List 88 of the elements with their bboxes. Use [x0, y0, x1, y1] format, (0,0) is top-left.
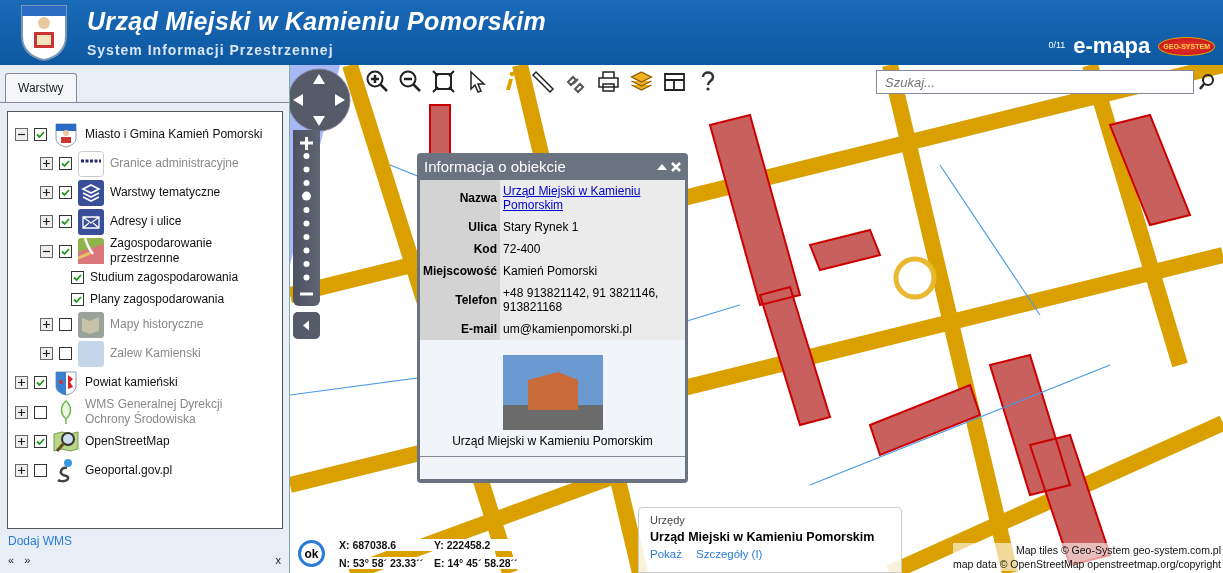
layer-label[interactable]: Zalew Kamienski: [110, 346, 201, 361]
map-attribution: map data © OpenStreetMap openstreetmap.org/copyright: [952, 557, 1221, 571]
layer-checkbox[interactable]: [59, 244, 72, 258]
expand-button[interactable]: [15, 376, 28, 389]
site-subtitle: System Informacji Przestrzennej: [87, 42, 335, 58]
feature-title: Urząd Miejski w Kamieniu Pomorskim: [650, 530, 876, 544]
expand-button[interactable]: [15, 405, 28, 419]
site-title: Urząd Miejski w Kamieniu Pomorskim: [87, 7, 547, 36]
field-value: Stary Rynek 1: [503, 220, 579, 234]
popup-title: Informacja o obiekcie: [424, 158, 567, 175]
brand-name: e-mapa: [1073, 33, 1151, 59]
field-value: +48 913821142, 91 3821146, 913821168: [503, 286, 659, 314]
add-wms-link[interactable]: Dodaj WMS: [8, 534, 72, 548]
layer-label[interactable]: Geoportal.gov.pl: [85, 463, 173, 478]
expand-button[interactable]: [40, 186, 53, 199]
feature-category: Urzędy: [650, 514, 686, 526]
expand-button[interactable]: [40, 215, 53, 228]
layer-label[interactable]: Plany zagospodarowania: [90, 291, 225, 307]
field-label: Nazwa: [420, 180, 501, 216]
field-label: Ulica: [420, 216, 501, 238]
zoom-in-icon[interactable]: [365, 69, 390, 94]
layer-checkbox[interactable]: [34, 376, 47, 389]
water-swatch-icon: [78, 340, 104, 367]
ruler-icon[interactable]: [530, 69, 555, 94]
layer-label[interactable]: Studium zagospodarowania: [90, 269, 239, 285]
zoom-slider-thumb[interactable]: [302, 191, 311, 201]
collapse-button[interactable]: [15, 128, 28, 141]
coat-of-arms-icon: [53, 369, 79, 396]
close-icon[interactable]: [669, 159, 683, 174]
layer-checkbox[interactable]: [59, 186, 72, 199]
expand-button[interactable]: [40, 318, 53, 331]
layer-checkbox[interactable]: [34, 435, 47, 448]
collapse-panel-button[interactable]: [293, 312, 320, 339]
field-label: Telefon: [420, 282, 501, 318]
layer-checkbox[interactable]: [59, 215, 72, 228]
layer-label[interactable]: OpenStreetMap: [85, 434, 170, 449]
map-attribution: Map tiles © Geo-System geo-system.com.pl: [1015, 543, 1221, 557]
field-value: 72-400: [503, 242, 541, 256]
longitude: E: 14° 45´ 58.28´´: [432, 557, 520, 569]
tooltip-link[interactable]: Szczegóły (I): [695, 548, 763, 560]
layers-icon[interactable]: [629, 69, 654, 94]
tooltip-link[interactable]: Pokaż: [650, 548, 682, 560]
layer-checkbox[interactable]: [71, 270, 84, 284]
expand-button[interactable]: [40, 347, 53, 360]
layer-label[interactable]: Miasto i Gmina Kamień Pomorski: [85, 127, 263, 142]
field-value: um@kamienpomorski.pl: [503, 322, 632, 336]
zoom-slider[interactable]: [293, 130, 320, 306]
layer-label[interactable]: Adresy i ulice: [110, 214, 182, 229]
pan-control[interactable]: [290, 68, 351, 132]
layer-checkbox[interactable]: [59, 347, 72, 360]
full-extent-icon[interactable]: [431, 69, 456, 94]
layers-icon: [78, 179, 104, 206]
layer-label[interactable]: Mapy historyczne: [110, 317, 204, 332]
map-magnifier-icon: [53, 428, 79, 455]
layers-tab[interactable]: Warstwy: [5, 73, 77, 102]
layer-label[interactable]: Warstwy tematyczne: [110, 185, 221, 200]
next-link[interactable]: »: [24, 554, 31, 566]
old-map-icon: [78, 311, 104, 338]
layer-checkbox[interactable]: [34, 405, 47, 419]
coat-of-arms-icon: [53, 121, 79, 148]
layer-label[interactable]: Powiat kamieński: [85, 375, 178, 390]
field-value: Kamień Pomorski: [503, 264, 598, 278]
zoning-map-icon: [78, 238, 104, 264]
page-counter: 0/11: [1048, 40, 1066, 52]
layer-checkbox[interactable]: [34, 464, 47, 477]
layer-checkbox[interactable]: [59, 318, 72, 331]
expand-button[interactable]: [15, 435, 28, 448]
close-link[interactable]: x: [275, 554, 281, 566]
search-icon[interactable]: [1198, 73, 1216, 91]
layer-label[interactable]: WMS Generalnej Dyrekcji Ochrony Środowiska: [85, 397, 265, 427]
expand-button[interactable]: [15, 464, 28, 477]
layer-checkbox[interactable]: [59, 157, 72, 170]
layer-checkbox[interactable]: [71, 292, 84, 306]
collapse-button[interactable]: [40, 244, 53, 258]
layer-checkbox[interactable]: [34, 128, 47, 141]
expand-button[interactable]: [40, 157, 53, 170]
layer-label[interactable]: Granice administracyjne: [110, 156, 239, 171]
x-coordinate: X: 687038.6: [337, 539, 432, 551]
field-label: Kod: [420, 238, 501, 260]
coat-of-arms-logo: [20, 3, 68, 62]
search-field[interactable]: Szukaj...: [876, 70, 1194, 94]
envelope-icon: [78, 208, 104, 235]
field-label: E-mail: [420, 318, 501, 340]
field-label: Miejscowość: [420, 260, 501, 282]
previous-link[interactable]: «: [8, 554, 15, 566]
photo-caption: Urząd Miejski w Kamieniu Pomorskim: [451, 434, 654, 450]
layer-label[interactable]: Zagospodarowanie przestrzenne: [110, 236, 282, 266]
zoom-out-icon[interactable]: [398, 69, 423, 94]
